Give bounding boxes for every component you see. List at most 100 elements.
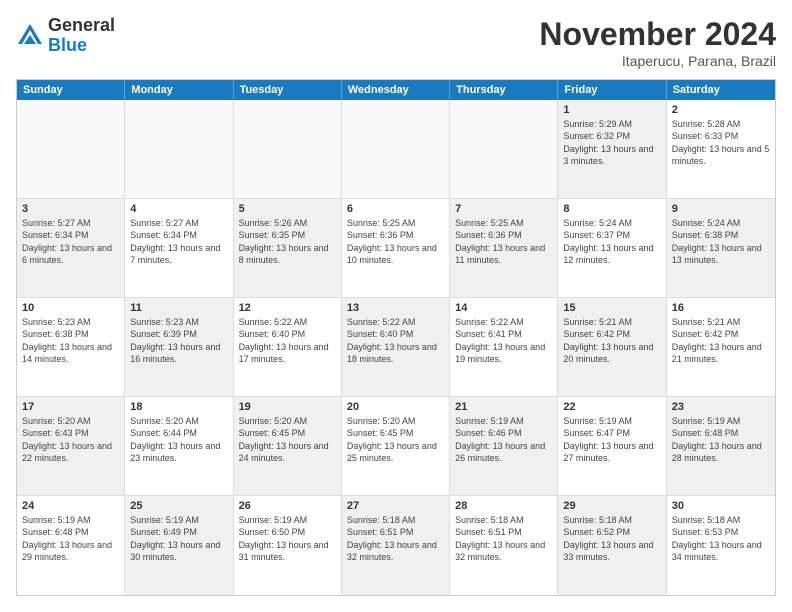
day-number: 14 xyxy=(455,301,552,315)
day-of-week-header: Wednesday xyxy=(342,80,450,100)
day-of-week-header: Thursday xyxy=(450,80,558,100)
day-number: 20 xyxy=(347,400,444,414)
calendar-cell: 14Sunrise: 5:22 AM Sunset: 6:41 PM Dayli… xyxy=(450,298,558,396)
calendar-cell: 10Sunrise: 5:23 AM Sunset: 6:38 PM Dayli… xyxy=(17,298,125,396)
day-number: 23 xyxy=(672,400,770,414)
day-number: 5 xyxy=(239,202,336,216)
day-number: 11 xyxy=(130,301,227,315)
day-info: Sunrise: 5:24 AM Sunset: 6:37 PM Dayligh… xyxy=(563,217,660,266)
day-number: 18 xyxy=(130,400,227,414)
calendar-cell: 27Sunrise: 5:18 AM Sunset: 6:51 PM Dayli… xyxy=(342,496,450,595)
calendar-body: 1Sunrise: 5:29 AM Sunset: 6:32 PM Daylig… xyxy=(17,100,775,595)
page: General Blue November 2024 Itaperucu, Pa… xyxy=(0,0,792,612)
day-number: 26 xyxy=(239,499,336,513)
calendar-cell: 11Sunrise: 5:23 AM Sunset: 6:39 PM Dayli… xyxy=(125,298,233,396)
day-info: Sunrise: 5:26 AM Sunset: 6:35 PM Dayligh… xyxy=(239,217,336,266)
calendar-cell: 28Sunrise: 5:18 AM Sunset: 6:51 PM Dayli… xyxy=(450,496,558,595)
day-number: 4 xyxy=(130,202,227,216)
day-number: 25 xyxy=(130,499,227,513)
day-number: 21 xyxy=(455,400,552,414)
day-info: Sunrise: 5:22 AM Sunset: 6:41 PM Dayligh… xyxy=(455,316,552,365)
calendar-row: 24Sunrise: 5:19 AM Sunset: 6:48 PM Dayli… xyxy=(17,496,775,595)
day-info: Sunrise: 5:20 AM Sunset: 6:45 PM Dayligh… xyxy=(347,415,444,464)
calendar-cell: 7Sunrise: 5:25 AM Sunset: 6:36 PM Daylig… xyxy=(450,199,558,297)
calendar-row: 10Sunrise: 5:23 AM Sunset: 6:38 PM Dayli… xyxy=(17,298,775,397)
calendar-cell: 23Sunrise: 5:19 AM Sunset: 6:48 PM Dayli… xyxy=(667,397,775,495)
day-number: 24 xyxy=(22,499,119,513)
day-number: 12 xyxy=(239,301,336,315)
day-info: Sunrise: 5:19 AM Sunset: 6:49 PM Dayligh… xyxy=(130,514,227,563)
calendar-cell: 13Sunrise: 5:22 AM Sunset: 6:40 PM Dayli… xyxy=(342,298,450,396)
day-number: 10 xyxy=(22,301,119,315)
header: General Blue November 2024 Itaperucu, Pa… xyxy=(16,16,776,69)
day-info: Sunrise: 5:19 AM Sunset: 6:50 PM Dayligh… xyxy=(239,514,336,563)
calendar-cell: 17Sunrise: 5:20 AM Sunset: 6:43 PM Dayli… xyxy=(17,397,125,495)
calendar-cell xyxy=(342,100,450,198)
day-info: Sunrise: 5:24 AM Sunset: 6:38 PM Dayligh… xyxy=(672,217,770,266)
day-number: 22 xyxy=(563,400,660,414)
day-info: Sunrise: 5:29 AM Sunset: 6:32 PM Dayligh… xyxy=(563,118,660,167)
day-info: Sunrise: 5:23 AM Sunset: 6:38 PM Dayligh… xyxy=(22,316,119,365)
day-of-week-header: Friday xyxy=(558,80,666,100)
day-info: Sunrise: 5:22 AM Sunset: 6:40 PM Dayligh… xyxy=(347,316,444,365)
day-info: Sunrise: 5:19 AM Sunset: 6:46 PM Dayligh… xyxy=(455,415,552,464)
logo-general-text: General xyxy=(48,15,115,35)
calendar-cell: 18Sunrise: 5:20 AM Sunset: 6:44 PM Dayli… xyxy=(125,397,233,495)
day-number: 8 xyxy=(563,202,660,216)
calendar-cell: 16Sunrise: 5:21 AM Sunset: 6:42 PM Dayli… xyxy=(667,298,775,396)
calendar-row: 3Sunrise: 5:27 AM Sunset: 6:34 PM Daylig… xyxy=(17,199,775,298)
calendar-row: 1Sunrise: 5:29 AM Sunset: 6:32 PM Daylig… xyxy=(17,100,775,199)
day-number: 17 xyxy=(22,400,119,414)
day-info: Sunrise: 5:22 AM Sunset: 6:40 PM Dayligh… xyxy=(239,316,336,365)
logo: General Blue xyxy=(16,16,115,56)
calendar-cell: 15Sunrise: 5:21 AM Sunset: 6:42 PM Dayli… xyxy=(558,298,666,396)
day-number: 3 xyxy=(22,202,119,216)
day-info: Sunrise: 5:21 AM Sunset: 6:42 PM Dayligh… xyxy=(563,316,660,365)
calendar-row: 17Sunrise: 5:20 AM Sunset: 6:43 PM Dayli… xyxy=(17,397,775,496)
day-info: Sunrise: 5:28 AM Sunset: 6:33 PM Dayligh… xyxy=(672,118,770,167)
calendar-cell: 5Sunrise: 5:26 AM Sunset: 6:35 PM Daylig… xyxy=(234,199,342,297)
calendar-cell: 2Sunrise: 5:28 AM Sunset: 6:33 PM Daylig… xyxy=(667,100,775,198)
day-info: Sunrise: 5:19 AM Sunset: 6:48 PM Dayligh… xyxy=(672,415,770,464)
day-of-week-header: Saturday xyxy=(667,80,775,100)
day-number: 2 xyxy=(672,103,770,117)
day-number: 30 xyxy=(672,499,770,513)
day-info: Sunrise: 5:19 AM Sunset: 6:47 PM Dayligh… xyxy=(563,415,660,464)
calendar-cell: 20Sunrise: 5:20 AM Sunset: 6:45 PM Dayli… xyxy=(342,397,450,495)
calendar-cell xyxy=(125,100,233,198)
calendar-cell: 1Sunrise: 5:29 AM Sunset: 6:32 PM Daylig… xyxy=(558,100,666,198)
calendar-cell: 9Sunrise: 5:24 AM Sunset: 6:38 PM Daylig… xyxy=(667,199,775,297)
calendar-cell: 6Sunrise: 5:25 AM Sunset: 6:36 PM Daylig… xyxy=(342,199,450,297)
day-info: Sunrise: 5:21 AM Sunset: 6:42 PM Dayligh… xyxy=(672,316,770,365)
day-info: Sunrise: 5:20 AM Sunset: 6:45 PM Dayligh… xyxy=(239,415,336,464)
day-info: Sunrise: 5:20 AM Sunset: 6:44 PM Dayligh… xyxy=(130,415,227,464)
calendar-cell: 29Sunrise: 5:18 AM Sunset: 6:52 PM Dayli… xyxy=(558,496,666,595)
day-number: 15 xyxy=(563,301,660,315)
calendar-cell: 26Sunrise: 5:19 AM Sunset: 6:50 PM Dayli… xyxy=(234,496,342,595)
logo-icon xyxy=(16,22,44,50)
calendar-cell: 3Sunrise: 5:27 AM Sunset: 6:34 PM Daylig… xyxy=(17,199,125,297)
calendar-cell: 24Sunrise: 5:19 AM Sunset: 6:48 PM Dayli… xyxy=(17,496,125,595)
calendar-header: SundayMondayTuesdayWednesdayThursdayFrid… xyxy=(17,80,775,100)
day-info: Sunrise: 5:19 AM Sunset: 6:48 PM Dayligh… xyxy=(22,514,119,563)
day-of-week-header: Sunday xyxy=(17,80,125,100)
calendar-cell: 12Sunrise: 5:22 AM Sunset: 6:40 PM Dayli… xyxy=(234,298,342,396)
calendar-cell: 4Sunrise: 5:27 AM Sunset: 6:34 PM Daylig… xyxy=(125,199,233,297)
day-of-week-header: Monday xyxy=(125,80,233,100)
calendar: SundayMondayTuesdayWednesdayThursdayFrid… xyxy=(16,79,776,596)
day-number: 7 xyxy=(455,202,552,216)
month-title: November 2024 xyxy=(539,16,776,53)
calendar-cell: 8Sunrise: 5:24 AM Sunset: 6:37 PM Daylig… xyxy=(558,199,666,297)
logo-blue-text: Blue xyxy=(48,35,87,55)
day-info: Sunrise: 5:18 AM Sunset: 6:52 PM Dayligh… xyxy=(563,514,660,563)
calendar-cell: 30Sunrise: 5:18 AM Sunset: 6:53 PM Dayli… xyxy=(667,496,775,595)
title-block: November 2024 Itaperucu, Parana, Brazil xyxy=(539,16,776,69)
day-number: 29 xyxy=(563,499,660,513)
day-info: Sunrise: 5:18 AM Sunset: 6:51 PM Dayligh… xyxy=(455,514,552,563)
day-number: 1 xyxy=(563,103,660,117)
calendar-cell: 21Sunrise: 5:19 AM Sunset: 6:46 PM Dayli… xyxy=(450,397,558,495)
day-info: Sunrise: 5:23 AM Sunset: 6:39 PM Dayligh… xyxy=(130,316,227,365)
calendar-cell: 22Sunrise: 5:19 AM Sunset: 6:47 PM Dayli… xyxy=(558,397,666,495)
day-info: Sunrise: 5:27 AM Sunset: 6:34 PM Dayligh… xyxy=(22,217,119,266)
day-info: Sunrise: 5:25 AM Sunset: 6:36 PM Dayligh… xyxy=(347,217,444,266)
